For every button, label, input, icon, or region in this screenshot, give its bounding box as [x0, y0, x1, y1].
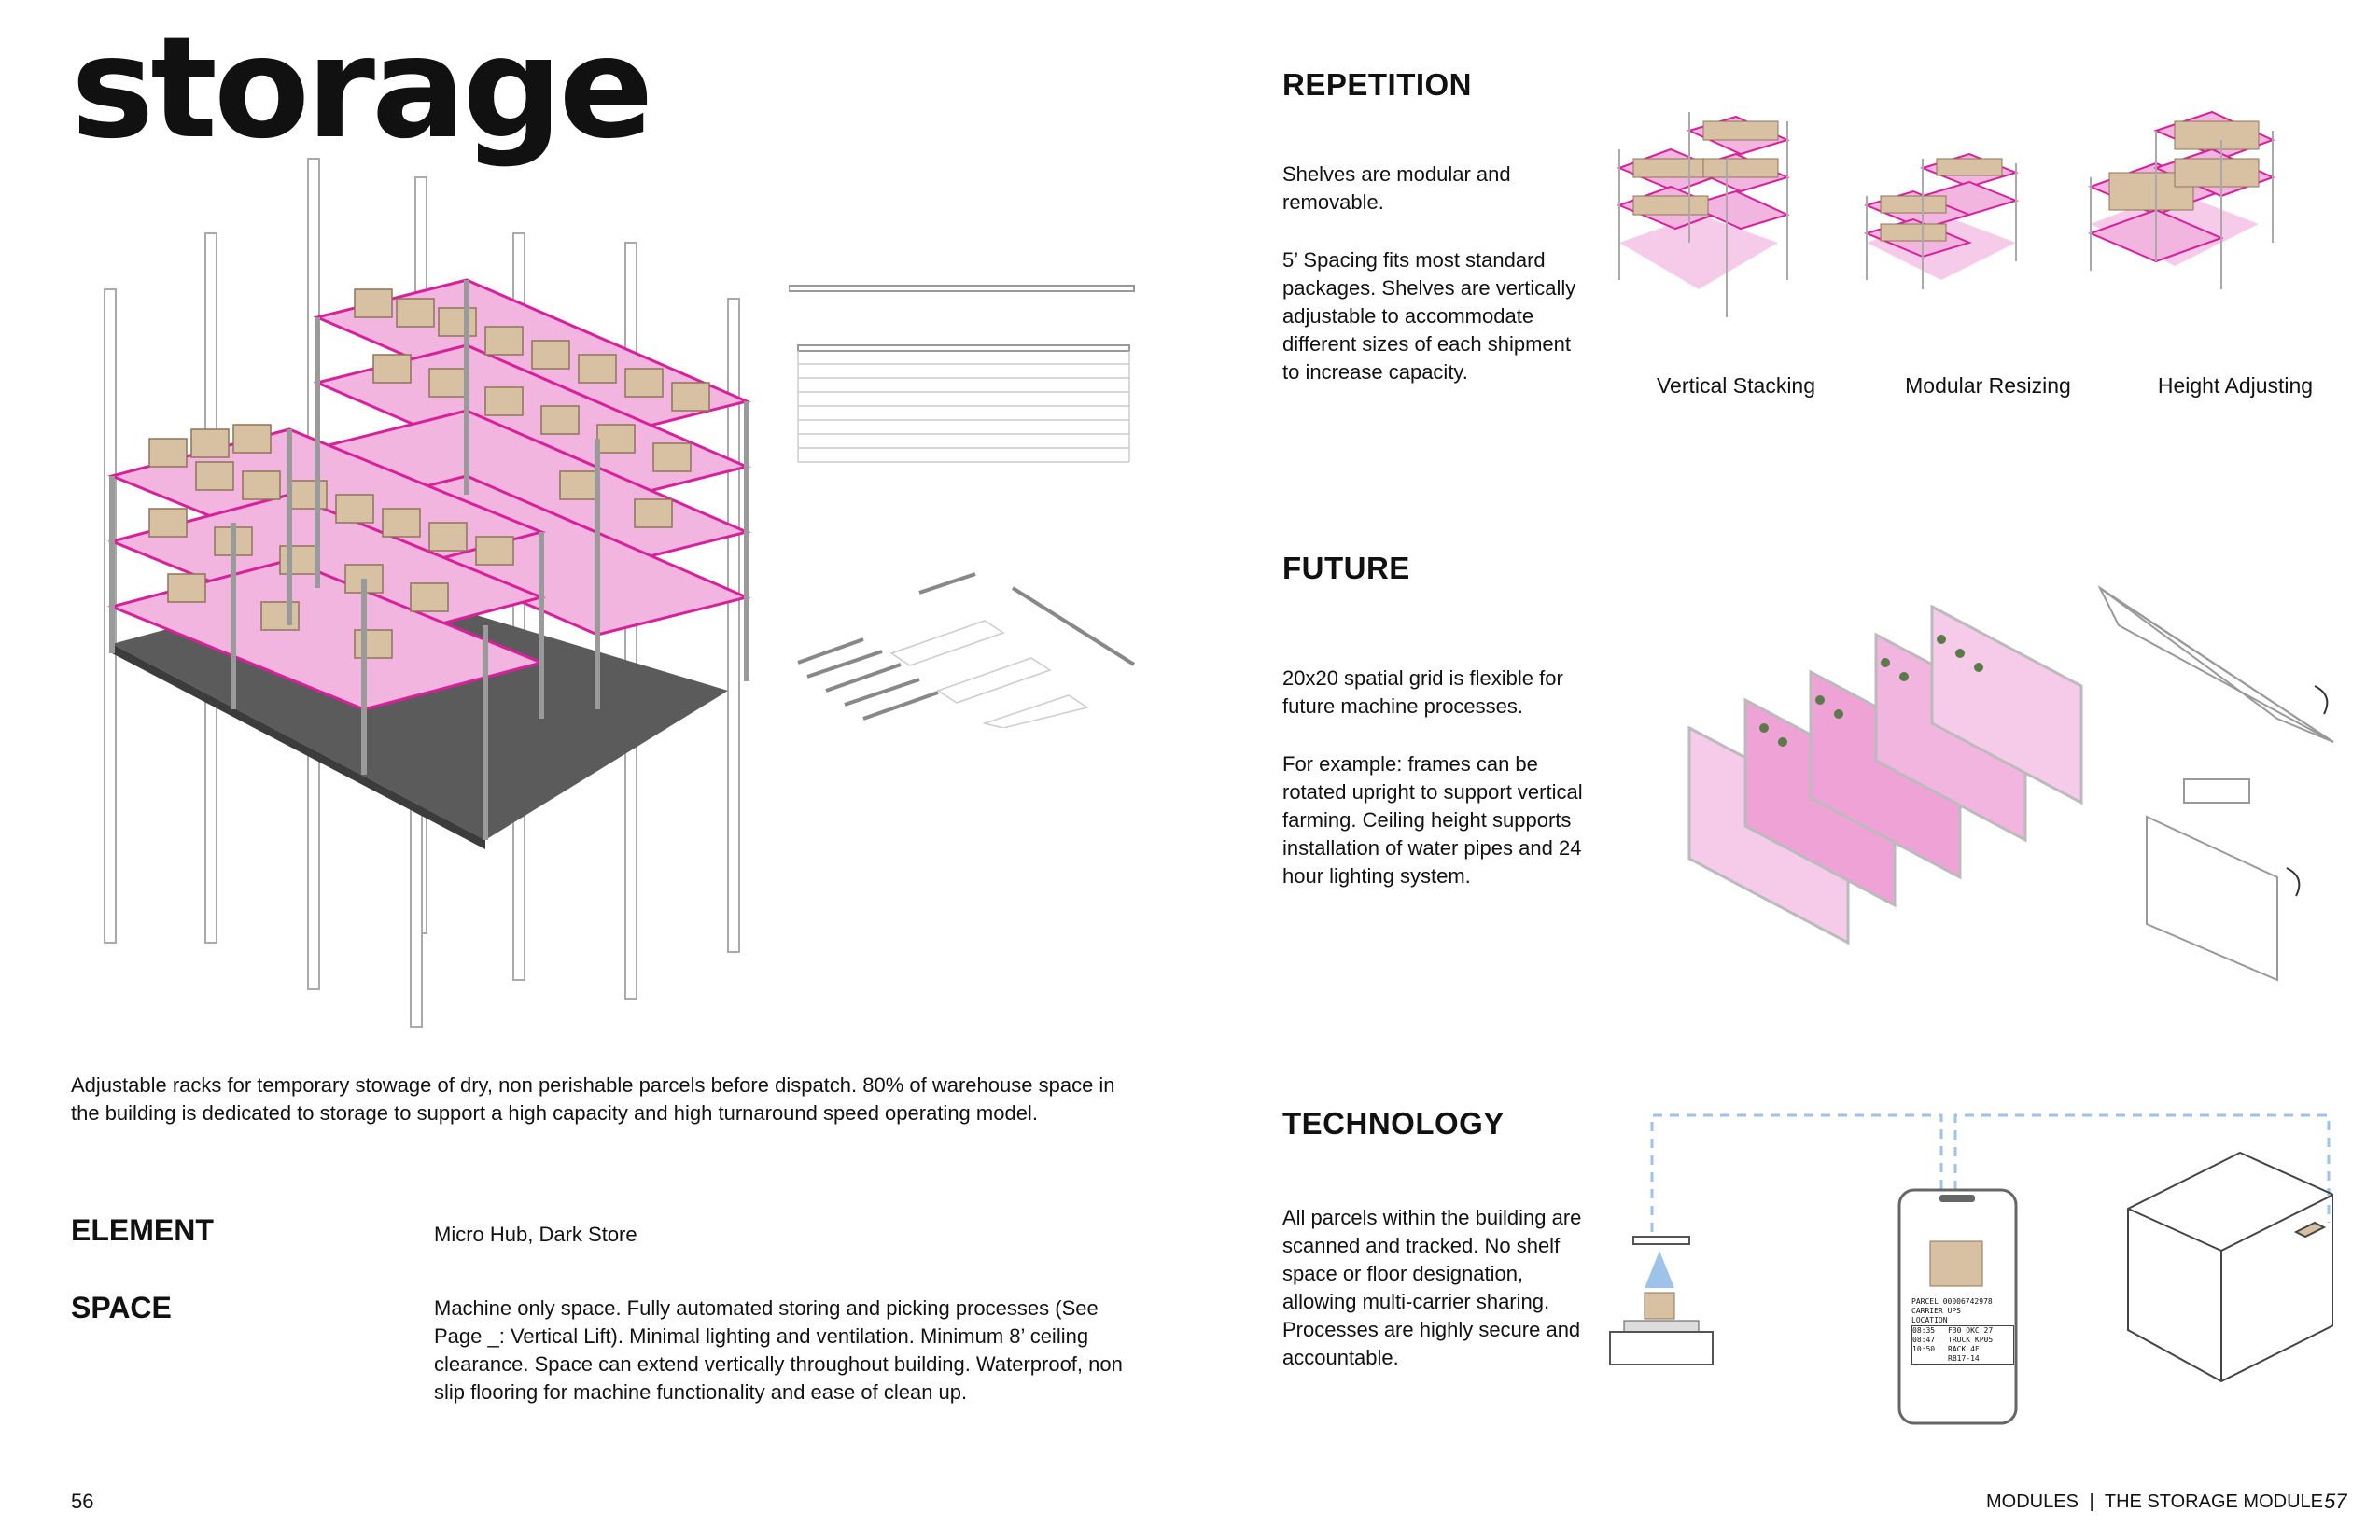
phone-row-cell: RACK 4F: [1948, 1345, 1980, 1353]
element-value: Micro Hub, Dark Store: [434, 1223, 637, 1246]
phone-carrier: CARRIER UPS: [1911, 1307, 1961, 1315]
phone-row-cell: [1912, 1354, 1948, 1364]
repetition-heading: REPETITION: [1282, 67, 1473, 102]
phone-screen: PARCEL 00006742978 CARRIER UPS LOCATION …: [1911, 1297, 2014, 1365]
footer-section: MODULES: [1986, 1491, 2079, 1512]
footer-module: THE STORAGE MODULE: [2104, 1491, 2323, 1512]
building-isometric: [2127, 1151, 2333, 1383]
rotated-frame-drawings: [2097, 585, 2334, 982]
vertical-stacking-diagram: [1617, 112, 1790, 317]
phone-row-cell: F30 OKC 27: [1948, 1326, 1994, 1335]
phone-location: LOCATION: [1911, 1316, 1948, 1324]
repetition-text-1: Shelves are modular and removable.: [1282, 162, 1511, 214]
height-adjusting-diagram: [2088, 110, 2275, 289]
farming-frames: [1687, 604, 2083, 945]
caption-modular-resizing: Modular Resizing: [1905, 373, 2071, 398]
future-text-1: 20x20 spatial grid is flexible for futur…: [1282, 666, 1563, 718]
element-label: ELEMENT: [71, 1213, 214, 1247]
vertical-farming-diagram: [1687, 585, 2334, 982]
shelf-components-drawing: [789, 285, 1136, 728]
caption-vertical-stacking: Vertical Stacking: [1656, 373, 1816, 398]
phone-row-cell: 10:50: [1912, 1345, 1936, 1353]
scanner-station: [1609, 1236, 1714, 1365]
space-label: SPACE: [71, 1291, 172, 1324]
phone-row-cell: TRUCK KP05: [1948, 1336, 1994, 1344]
page-number-right: 57: [2324, 1490, 2347, 1513]
running-footer: MODULES | THE STORAGE MODULE: [1986, 1491, 2323, 1513]
repetition-text-2: 5’ Spacing fits most standard packages. …: [1282, 248, 1576, 384]
caption-height-adjusting: Height Adjusting: [2157, 373, 2314, 398]
phone-row-cell: RB17-14: [1948, 1354, 1980, 1363]
modular-resizing-diagram: [1864, 152, 2020, 289]
repetition-diagrams: [1617, 110, 2275, 317]
storage-description: Adjustable racks for temporary stowage o…: [71, 1073, 1115, 1125]
page-number-left: 56: [71, 1490, 94, 1513]
future-heading: FUTURE: [1282, 551, 1410, 585]
future-text-2: For example: frames can be rotated uprig…: [1282, 752, 1583, 888]
technology-diagram: [1609, 1113, 2333, 1425]
technology-text: All parcels within the building are scan…: [1282, 1206, 1582, 1369]
technology-heading: TECHNOLOGY: [1282, 1106, 1505, 1141]
phone-row-cell: 08:47: [1912, 1336, 1936, 1344]
phone-parcel: PARCEL 00006742978: [1911, 1297, 1993, 1306]
storage-rack-illustration: [104, 158, 751, 1028]
space-value: Machine only space. Fully automated stor…: [434, 1296, 1123, 1404]
phone-row-cell: 08:35: [1912, 1326, 1936, 1335]
footer-divider: |: [2089, 1491, 2094, 1512]
